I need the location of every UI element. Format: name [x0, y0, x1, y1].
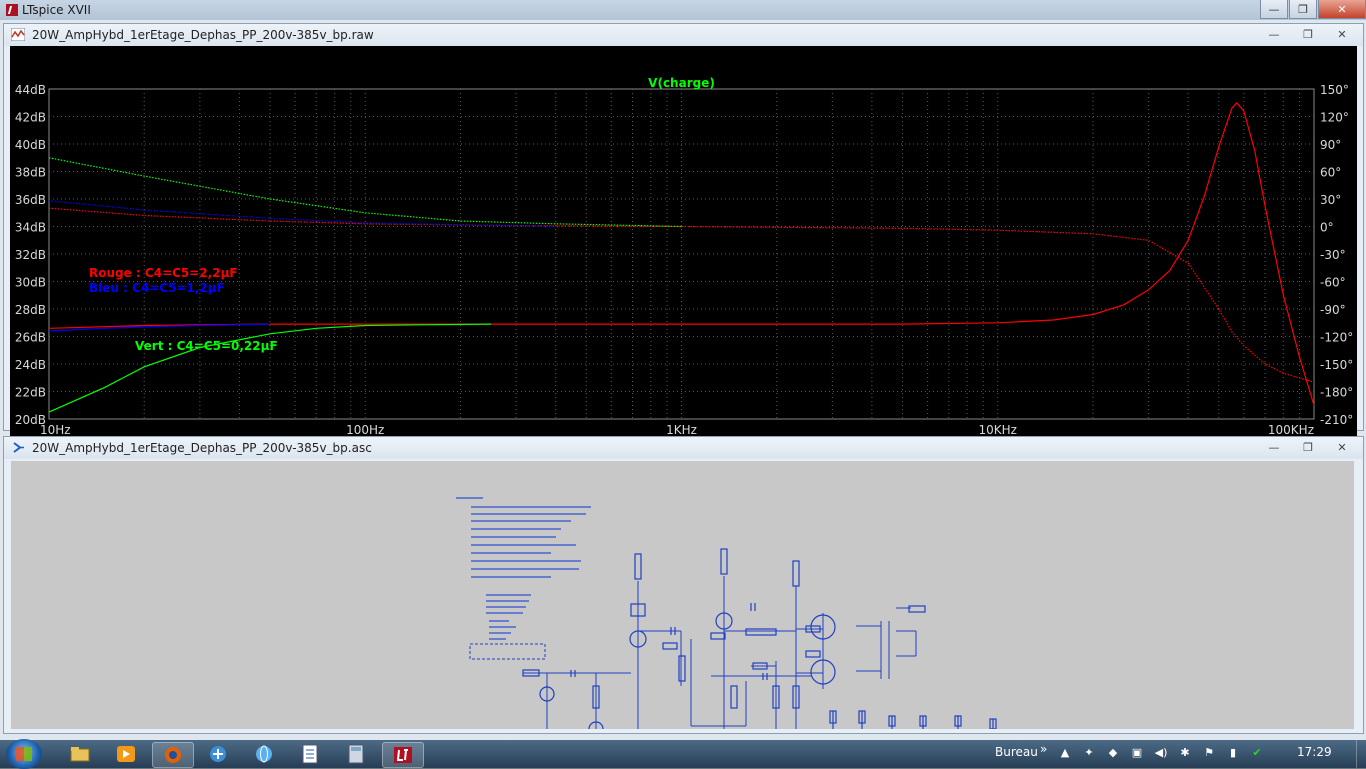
- y-right-tick-label: -180°: [1320, 386, 1353, 400]
- waveform-close-button[interactable]: ✕: [1327, 27, 1357, 42]
- explorer-icon[interactable]: [60, 742, 100, 766]
- y-left-tick-label: 28dB: [15, 303, 46, 317]
- main-close-button[interactable]: ✕: [1318, 0, 1366, 19]
- y-right-tick-label: -60°: [1320, 276, 1346, 290]
- schematic-components: [522, 548, 1001, 749]
- y-right-tick-label: 60°: [1320, 166, 1341, 180]
- calculator-icon[interactable]: [336, 742, 376, 766]
- phase-trace: [48, 207, 1315, 383]
- schematic-close-button[interactable]: ✕: [1327, 440, 1357, 455]
- action-center-flag-icon[interactable]: ⚑: [1202, 746, 1216, 760]
- schematic-restore-button[interactable]: ❐: [1293, 440, 1323, 455]
- schematic-canvas[interactable]: [11, 461, 1354, 751]
- main-maximize-button[interactable]: ❐: [1289, 0, 1317, 19]
- volume-icon[interactable]: ◀): [1154, 746, 1168, 760]
- network-icon[interactable]: [198, 742, 238, 766]
- y-left-tick-label: 38dB: [15, 166, 46, 180]
- trace-annotation: Vert : C4=C5=0,22µF: [135, 339, 278, 353]
- y-left-tick-label: 44dB: [15, 83, 46, 97]
- firefox-icon[interactable]: [152, 742, 194, 768]
- tray-app-icon[interactable]: ✦: [1082, 746, 1096, 760]
- signal-strength-icon[interactable]: ▮: [1226, 746, 1240, 760]
- taskbar: Bureau » ▲ ✦ ◆ ▣ ◀) ✱ ⚑ ▮ ✔ 17:29: [0, 739, 1366, 769]
- schematic-icon: [13, 442, 24, 453]
- trace-annotation: Bleu : C4=C5=1,2µF: [89, 281, 225, 295]
- schematic-window-title: 20W_AmpHybd_1erEtage_Dephas_PP_200v-385v…: [32, 441, 372, 455]
- y-right-tick-label: 90°: [1320, 138, 1341, 152]
- main-minimize-button[interactable]: —: [1260, 0, 1288, 19]
- tray-shield-icon[interactable]: ◆: [1106, 746, 1120, 760]
- tray-usb-icon[interactable]: ▣: [1130, 746, 1144, 760]
- toolbar-chevron-icon[interactable]: »: [1040, 742, 1047, 756]
- x-tick-label: 100KHz: [1268, 423, 1314, 437]
- y-left-tick-label: 30dB: [15, 276, 46, 290]
- y-right-tick-label: -90°: [1320, 303, 1346, 317]
- clock[interactable]: 17:29: [1297, 745, 1332, 759]
- x-tick-label: 1KHz: [666, 423, 697, 437]
- schematic-notes: [456, 497, 591, 640]
- schematic-wires: [523, 576, 917, 751]
- trace-annotation: Rouge : C4=C5=2,2µF: [89, 266, 238, 280]
- y-left-tick-label: 26dB: [15, 331, 46, 345]
- y-right-tick-label: -120°: [1320, 331, 1353, 345]
- y-left-tick-label: 22dB: [15, 386, 46, 400]
- x-tick-label: 100Hz: [346, 423, 384, 437]
- y-left-tick-label: 40dB: [15, 138, 46, 152]
- show-desktop-button[interactable]: [1356, 740, 1366, 768]
- schematic-window: 20W_AmpHybd_1erEtage_Dephas_PP_200v-385v…: [3, 436, 1364, 751]
- schematic-note-box: [469, 643, 546, 660]
- waveform-title-bar[interactable]: 20W_AmpHybd_1erEtage_Dephas_PP_200v-385v…: [4, 24, 1363, 46]
- y-right-tick-label: -30°: [1320, 248, 1346, 262]
- y-left-tick-label: 32dB: [15, 248, 46, 262]
- waveform-icon: [11, 28, 25, 41]
- waveform-window-title: 20W_AmpHybd_1erEtage_Dephas_PP_200v-385v…: [32, 28, 374, 42]
- main-title-bar[interactable]: LTspice XVII — ❐ ✕: [0, 0, 1366, 20]
- schematic-minimize-button[interactable]: —: [1259, 440, 1289, 455]
- y-left-tick-label: 24dB: [15, 358, 46, 372]
- waveform-window: 20W_AmpHybd_1erEtage_Dephas_PP_200v-385v…: [3, 23, 1364, 450]
- schematic-title-bar[interactable]: 20W_AmpHybd_1erEtage_Dephas_PP_200v-385v…: [4, 437, 1363, 459]
- y-right-tick-label: 30°: [1320, 193, 1341, 207]
- app-title: LTspice XVII: [22, 3, 91, 17]
- desktop-toolbar-label[interactable]: Bureau: [995, 745, 1038, 759]
- y-right-tick-label: 120°: [1320, 111, 1349, 125]
- ltspice-icon[interactable]: [382, 742, 424, 768]
- ltspice-logo-icon: [6, 4, 18, 16]
- y-left-tick-label: 42dB: [15, 111, 46, 125]
- waveform-restore-button[interactable]: ❐: [1293, 27, 1323, 42]
- x-tick-label: 10KHz: [979, 423, 1017, 437]
- media-player-icon[interactable]: [106, 742, 146, 766]
- waveform-minimize-button[interactable]: —: [1259, 27, 1289, 42]
- y-right-tick-label: 150°: [1320, 83, 1349, 97]
- document-icon[interactable]: [290, 742, 330, 766]
- y-right-tick-label: 0°: [1320, 221, 1334, 235]
- ltspice-main-window: LTspice XVII — ❐ ✕ 20W_AmpHybd_1erEtage_…: [0, 0, 1366, 751]
- tray-expand-icon[interactable]: ▲: [1058, 746, 1072, 760]
- y-right-tick-label: -150°: [1320, 358, 1353, 372]
- phase-trace: [48, 157, 682, 228]
- y-right-tick-label: -210°: [1320, 413, 1353, 427]
- bode-plot[interactable]: 44dB 42dB 40dB 38dB 36dB 34dB 32dB 30dB 28dB 26dB…: [10, 46, 1357, 450]
- tray-bluetooth-icon[interactable]: ✱: [1178, 746, 1192, 760]
- schematic-drawing: [456, 497, 1001, 751]
- y-left-tick-label: 34dB: [15, 221, 46, 235]
- trace-title: V(charge): [648, 76, 715, 90]
- plot-pane[interactable]: 44dB 42dB 40dB 38dB 36dB 34dB 32dB 30dB 28dB 26dB…: [10, 46, 1357, 450]
- x-tick-label: 10Hz: [40, 423, 71, 437]
- tray-check-icon[interactable]: ✔: [1250, 746, 1264, 760]
- start-button[interactable]: [6, 739, 42, 769]
- y-left-tick-label: 36dB: [15, 193, 46, 207]
- globe-icon[interactable]: [244, 742, 284, 766]
